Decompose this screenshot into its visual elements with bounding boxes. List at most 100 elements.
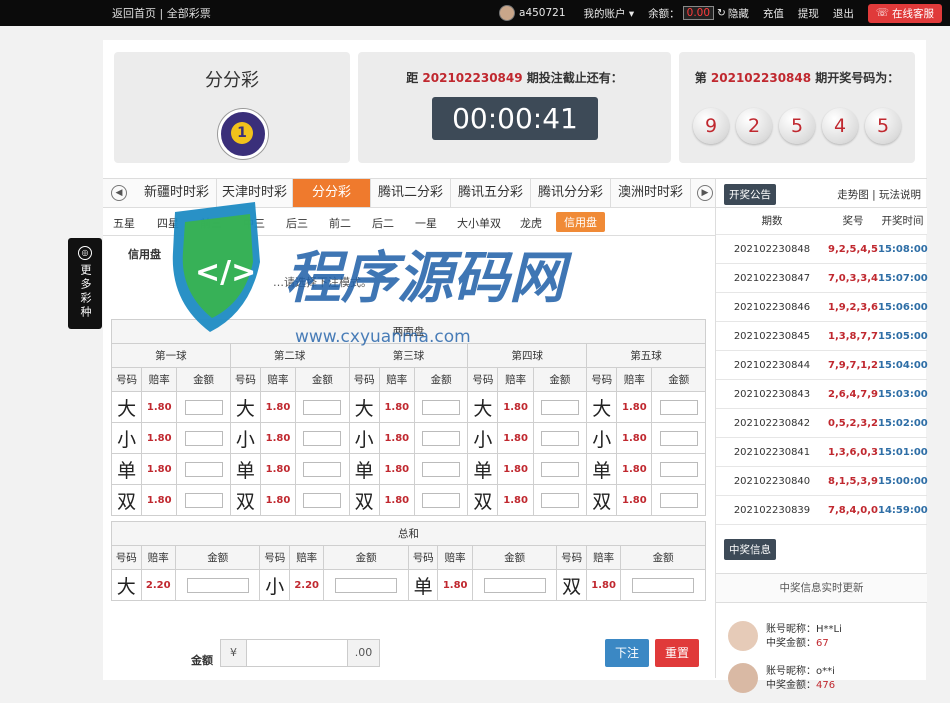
subtab-back3[interactable]: 后三 <box>286 215 308 231</box>
win-info-button[interactable]: 中奖信息 <box>724 539 776 560</box>
result-numbers: 9,2,5,4,5 <box>828 244 878 255</box>
amount-field[interactable] <box>422 399 461 415</box>
subtab-front3[interactable]: 前三 <box>200 215 222 231</box>
recharge-link[interactable]: 充值 <box>763 6 784 21</box>
result-period: 202102230840 <box>733 476 811 487</box>
amount-field[interactable] <box>540 461 579 477</box>
odds-value: 1.80 <box>378 422 415 454</box>
table-row: 大 2.20 小 2.20 单 1.80 双 1.80 <box>111 569 706 601</box>
tab-tencent-2[interactable]: 腾讯二分彩 <box>371 179 451 207</box>
amount-field[interactable] <box>184 461 223 477</box>
subtab-4star[interactable]: 四星 <box>157 215 179 231</box>
amount-field[interactable] <box>659 492 698 508</box>
bet-label: 双 <box>556 569 587 601</box>
withdraw-link[interactable]: 提现 <box>798 6 819 21</box>
tab-fenfencai[interactable]: 分分彩 <box>293 179 371 207</box>
trend-link[interactable]: 走势图 <box>837 189 869 201</box>
submit-bet-button[interactable]: 下注 <box>605 639 649 667</box>
tab-tianjin[interactable]: 天津时时彩 <box>217 179 293 207</box>
bet-label: 双 <box>110 484 143 516</box>
rules-link[interactable]: 玩法说明 <box>879 189 921 201</box>
tabs-prev-icon[interactable]: ◀ <box>111 185 127 201</box>
svg-text:</>: </> <box>195 255 256 290</box>
amount-field[interactable] <box>540 430 579 446</box>
bet-label: 大 <box>348 391 380 423</box>
subtab-5star[interactable]: 五星 <box>113 215 135 231</box>
results-table: 期数 奖号 开奖时间 202102230848 9,2,5,4,5 15:08:00… <box>716 208 928 525</box>
amount-field[interactable] <box>303 430 342 446</box>
column-header: 号码 <box>586 367 618 392</box>
tab-tencent-5[interactable]: 腾讯五分彩 <box>451 179 531 207</box>
odds-value: 2.20 <box>140 569 176 601</box>
table-row: 双 1.80 双 1.80 双 1.80 双 1.80 双 1.80 <box>110 484 706 516</box>
amount-field[interactable] <box>335 577 398 593</box>
subtab-front2[interactable]: 前二 <box>329 215 351 231</box>
amount-field[interactable] <box>422 430 461 446</box>
amount-field[interactable] <box>659 399 698 415</box>
amount-field[interactable] <box>422 492 461 508</box>
subtab-back2[interactable]: 后二 <box>372 215 394 231</box>
more-lottery-float[interactable]: ◎ 更多彩种 <box>68 238 102 329</box>
amount-field[interactable] <box>186 577 249 593</box>
subtab-1star[interactable]: 一星 <box>415 215 437 231</box>
bet-label: 小 <box>467 422 499 454</box>
amount-field[interactable] <box>303 492 342 508</box>
table-title-row: 两面盘 <box>111 319 706 344</box>
odds-value: 1.80 <box>141 391 178 423</box>
amount-input[interactable]: ¥ .00 <box>220 639 380 667</box>
amount-field[interactable] <box>659 430 698 446</box>
amount-field[interactable] <box>303 399 342 415</box>
col-time: 开奖时间 <box>881 215 924 227</box>
amount-field[interactable] <box>184 399 223 415</box>
result-row: 202102230847 7,0,3,3,4 15:07:00 <box>716 264 928 293</box>
result-row: 202102230845 1,3,8,7,7 15:05:00 <box>716 322 928 351</box>
bet-label: 单 <box>229 453 261 485</box>
notice-button[interactable]: 开奖公告 <box>724 184 776 205</box>
amount-field[interactable] <box>632 577 695 593</box>
amount-field[interactable] <box>540 492 579 508</box>
amount-field[interactable] <box>540 399 579 415</box>
amount-cell <box>651 453 706 485</box>
amount-field[interactable] <box>184 492 223 508</box>
tab-xinjiang[interactable]: 新疆时时彩 <box>137 179 217 207</box>
subtab-mid3[interactable]: 中三 <box>243 215 265 231</box>
subtab-credit[interactable]: 信用盘 <box>556 212 605 232</box>
subtab-bigsmall[interactable]: 大小单双 <box>457 215 501 231</box>
amount-field[interactable] <box>483 577 546 593</box>
logout-link[interactable]: 退出 <box>833 6 854 21</box>
my-account-menu[interactable]: 我的账户 ▾ <box>584 6 635 21</box>
game-logo: 1 <box>218 109 268 159</box>
table-row: 大 1.80 大 1.80 大 1.80 大 1.80 大 1.80 <box>110 391 706 423</box>
amount-field[interactable] <box>303 461 342 477</box>
hide-balance-link[interactable]: 隐藏 <box>728 6 749 21</box>
result-period: 202102230846 <box>733 302 811 313</box>
amount-field[interactable] <box>422 461 461 477</box>
amount-label: 中奖金额： <box>766 638 816 649</box>
result-row: 202102230839 7,8,4,0,0 14:59:00 <box>716 496 928 525</box>
customer-service-button[interactable]: ☏ 在线客服 <box>867 3 942 23</box>
odds-value: 1.80 <box>437 569 473 601</box>
result-numbers: 0,5,2,3,2 <box>828 418 878 429</box>
winner-avatar <box>728 621 758 651</box>
subtab-dragon-tiger[interactable]: 龙虎 <box>520 215 542 231</box>
tab-australia[interactable]: 澳洲时时彩 <box>611 179 691 207</box>
reset-button[interactable]: 重置 <box>655 639 699 667</box>
countdown-text: 距 202102230849 期投注截止还有： <box>358 69 671 86</box>
amount-field[interactable] <box>184 430 223 446</box>
tabs-next-icon[interactable]: ▶ <box>697 185 713 201</box>
odds-value: 1.80 <box>616 453 653 485</box>
home-link[interactable]: 返回首页 <box>112 7 156 20</box>
all-lottery-link[interactable]: 全部彩票 <box>167 7 211 20</box>
column-header: 金额 <box>651 367 706 392</box>
col-nums: 奖号 <box>842 215 864 227</box>
amount-field[interactable] <box>659 461 698 477</box>
refresh-icon[interactable]: ↻ <box>717 7 726 19</box>
odds-value: 1.80 <box>378 453 415 485</box>
result-time: 15:00:00 <box>878 476 928 487</box>
amount-cell <box>295 422 350 454</box>
winner-info: 账号昵称：o**i 中奖金额：476 <box>766 665 835 693</box>
column-header: 赔率 <box>585 545 622 570</box>
amount-cell <box>651 484 706 516</box>
result-period: 202102230843 <box>733 389 811 400</box>
tab-tencent-1[interactable]: 腾讯分分彩 <box>531 179 611 207</box>
